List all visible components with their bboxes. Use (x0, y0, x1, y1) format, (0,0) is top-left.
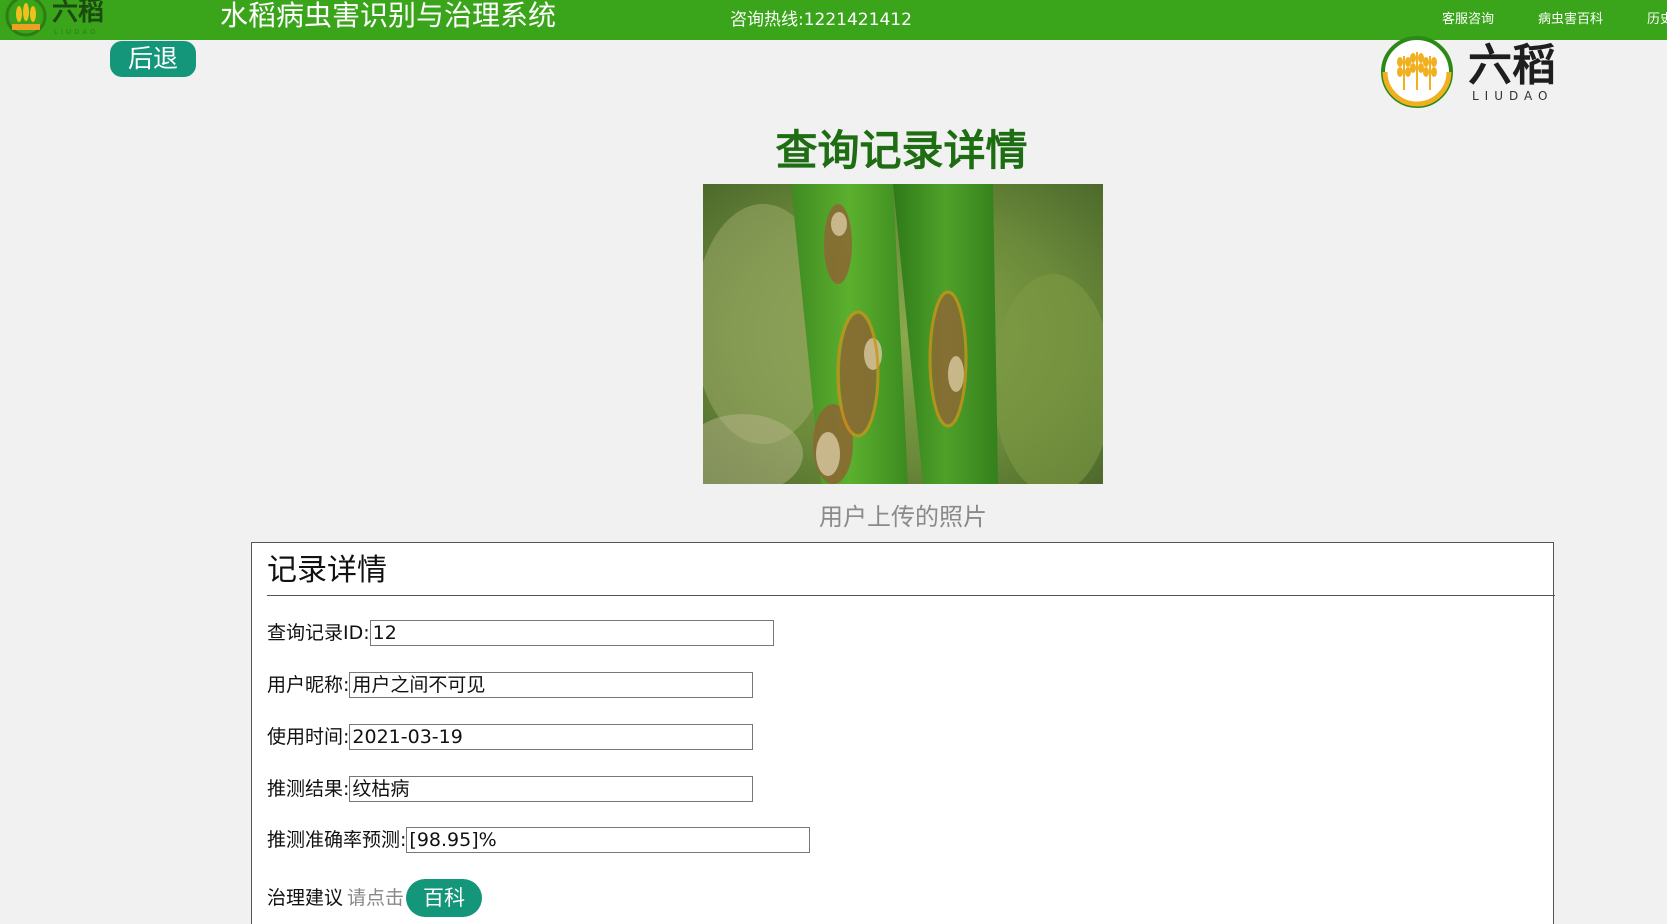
page-title: 查询记录详情 (775, 126, 1028, 175)
svg-text:六稻: 六稻 (52, 0, 104, 27)
record-id-input[interactable]: 12 (369, 620, 774, 646)
system-title: 水稻病虫害识别与治理系统 (220, 0, 557, 32)
advice-hint: 请点击 (347, 887, 405, 909)
rice-wheat-icon (1397, 52, 1437, 90)
encyclopedia-button[interactable]: 百科 (406, 879, 483, 917)
field-record-id: 查询记录ID: 12 (267, 620, 774, 646)
photo-caption: 用户上传的照片 (819, 503, 987, 531)
accuracy-input[interactable]: [98.95]% (406, 827, 811, 853)
brand-logo: 六稻 LIUDAO (1380, 34, 1570, 110)
field-nickname: 用户昵称: 用户之间不可见 (267, 672, 754, 698)
nav-customer-service[interactable]: 客服咨询 (1442, 8, 1494, 27)
svg-text:LIUDAO: LIUDAO (1472, 89, 1553, 103)
field-label: 查询记录ID: (267, 622, 370, 644)
nav-pest-encyclopedia[interactable]: 病虫害百科 (1538, 8, 1603, 27)
field-label: 推测准确率预测: (267, 829, 407, 851)
record-detail-card: 记录详情 查询记录ID: 12 用户昵称: 用户之间不可见 使用时间: 2021-03… (251, 542, 1555, 924)
svg-text:六稻: 六稻 (1468, 40, 1556, 91)
field-label: 用户昵称: (267, 674, 350, 696)
uploaded-photo (703, 184, 1103, 484)
nickname-input[interactable]: 用户之间不可见 (349, 672, 754, 698)
card-title: 记录详情 (267, 553, 387, 588)
svg-text:LIUDAO: LIUDAO (54, 28, 99, 36)
nav-history[interactable]: 历史 (1647, 8, 1667, 27)
advice-label: 治理建议 (267, 887, 344, 909)
divider (267, 595, 1555, 596)
treatment-advice: 治理建议 请点击 百科 (267, 879, 483, 917)
use-time-input[interactable]: 2021-03-19 (349, 724, 754, 750)
field-use-time: 使用时间: 2021-03-19 (267, 724, 754, 750)
field-result: 推测结果: 纹枯病 (267, 776, 754, 802)
field-accuracy: 推测准确率预测: [98.95]% (267, 827, 811, 853)
back-button[interactable]: 后退 (110, 41, 196, 77)
field-label: 使用时间: (267, 726, 350, 748)
header-logo[interactable]: 六稻 LIUDAO (2, 0, 122, 38)
hotline-text: 咨询热线:1221421412 (730, 10, 912, 30)
result-input[interactable]: 纹枯病 (349, 776, 754, 802)
field-label: 推测结果: (267, 778, 350, 800)
